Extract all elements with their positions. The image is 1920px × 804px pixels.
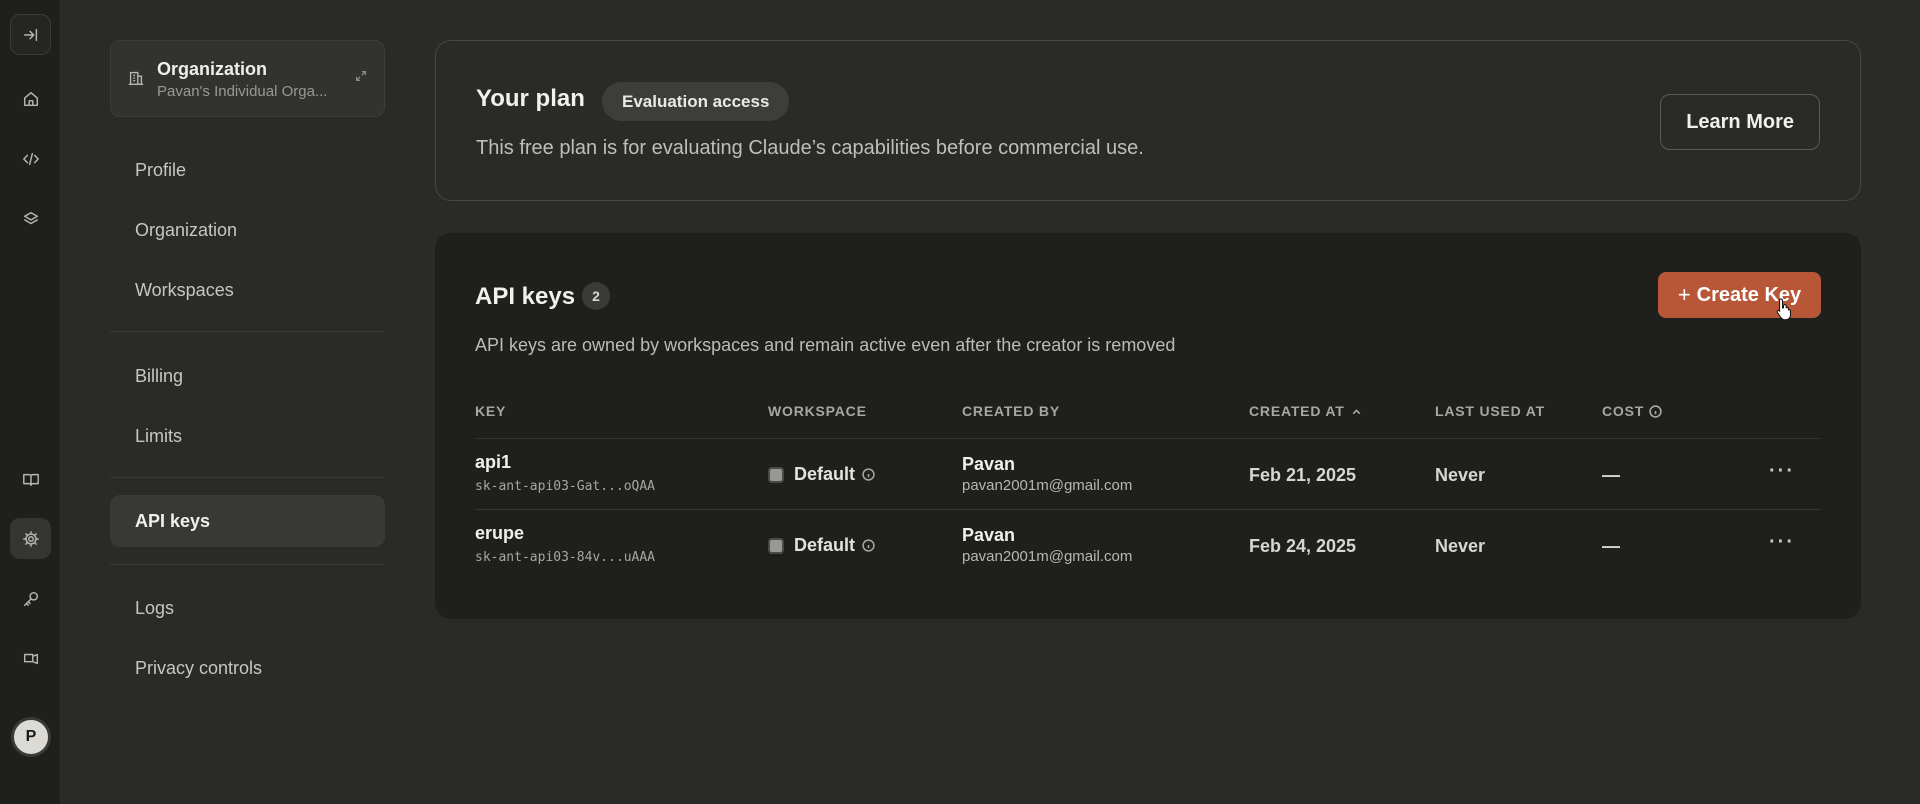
created-by-cell: Pavan pavan2001m@gmail.com xyxy=(962,525,1132,565)
sort-ascending-icon xyxy=(1352,408,1360,414)
nav-limits[interactable]: Limits xyxy=(110,410,385,462)
organization-name: Pavan's Individual Orga... xyxy=(157,83,328,100)
nav-profile[interactable]: Profile xyxy=(110,144,385,196)
nav-organization[interactable]: Organization xyxy=(110,204,385,256)
api-keys-card: API keys 2 + Create Key API keys are own… xyxy=(435,233,1861,619)
api-keys-description: API keys are owned by workspaces and rem… xyxy=(475,335,1176,355)
workspace-color-swatch xyxy=(768,537,784,554)
column-header-workspace: WORKSPACE xyxy=(768,403,867,419)
column-header-key: KEY xyxy=(475,403,507,419)
nav-api-keys[interactable]: API keys xyxy=(110,495,385,547)
user-avatar[interactable]: P xyxy=(11,717,51,757)
feedback-icon[interactable] xyxy=(10,638,51,679)
table-row: erupe sk-ant-api03-84v...uAAA xyxy=(475,523,655,565)
key-name: erupe xyxy=(475,523,525,543)
hand-cursor-icon xyxy=(1776,298,1791,321)
workspace-color-swatch xyxy=(768,466,784,483)
expand-icon[interactable] xyxy=(354,69,368,88)
creator-name: Pavan xyxy=(962,525,1016,545)
cost-cell: — xyxy=(1602,465,1620,485)
nav-billing[interactable]: Billing xyxy=(110,350,385,402)
expand-sidebar-icon[interactable] xyxy=(10,14,51,55)
icon-rail: P xyxy=(0,0,61,804)
creator-name: Pavan xyxy=(962,454,1016,474)
api-keys-count-badge: 2 xyxy=(582,282,610,310)
row-menu-button[interactable]: ··· xyxy=(1769,460,1795,483)
plus-icon: + xyxy=(1677,282,1691,307)
workspace-cell: Default xyxy=(768,535,875,556)
key-value: sk-ant-api03-84v...uAAA xyxy=(475,550,656,565)
created-at-cell: Feb 21, 2025 xyxy=(1249,465,1357,485)
plan-description: This free plan is for evaluating Claude’… xyxy=(476,137,1144,159)
nav-logs[interactable]: Logs xyxy=(110,582,385,634)
api-keys-title: API keys xyxy=(475,283,576,310)
nav-divider xyxy=(110,477,385,478)
created-at-cell: Feb 24, 2025 xyxy=(1249,536,1357,556)
info-icon xyxy=(862,468,875,481)
organization-switcher[interactable]: Organization Pavan's Individual Orga... xyxy=(110,40,385,117)
workspace-name: Default xyxy=(794,535,856,555)
creator-email: pavan2001m@gmail.com xyxy=(962,477,1133,494)
home-icon[interactable] xyxy=(10,78,51,119)
cost-cell: — xyxy=(1602,536,1620,556)
table-row: api1 sk-ant-api03-Gat...oQAA xyxy=(475,452,655,494)
workspace-cell: Default xyxy=(768,464,875,485)
nav-divider xyxy=(110,331,385,332)
last-used-cell: Never xyxy=(1435,465,1486,485)
column-header-last-used: LAST USED AT xyxy=(1435,403,1545,419)
layers-icon[interactable] xyxy=(10,198,51,239)
book-icon[interactable] xyxy=(10,459,51,500)
key-value: sk-ant-api03-Gat...oQAA xyxy=(475,479,656,494)
table-divider xyxy=(475,438,1821,439)
code-icon[interactable] xyxy=(10,138,51,179)
nav-privacy-controls[interactable]: Privacy controls xyxy=(110,642,385,694)
plan-badge: Evaluation access xyxy=(602,82,790,121)
settings-gear-icon[interactable] xyxy=(10,518,51,559)
organization-title: Organization xyxy=(157,59,268,79)
workspace-name: Default xyxy=(794,464,856,484)
key-name: api1 xyxy=(475,452,512,472)
info-icon xyxy=(862,539,875,552)
column-header-created-at[interactable]: CREATED AT xyxy=(1249,403,1363,419)
plan-title: Your plan xyxy=(476,85,585,112)
plan-card: Your plan Evaluation access This free pl… xyxy=(435,40,1861,201)
created-by-cell: Pavan pavan2001m@gmail.com xyxy=(962,454,1132,494)
column-header-created-by: CREATED BY xyxy=(962,403,1060,419)
learn-more-button[interactable]: Learn More xyxy=(1660,94,1820,150)
creator-email: pavan2001m@gmail.com xyxy=(962,548,1133,565)
last-used-cell: Never xyxy=(1435,536,1486,556)
create-key-button[interactable]: + Create Key xyxy=(1658,272,1821,318)
table-divider xyxy=(475,509,1821,510)
building-icon xyxy=(127,69,145,92)
info-icon xyxy=(1649,404,1662,418)
nav-divider xyxy=(110,564,385,565)
nav-workspaces[interactable]: Workspaces xyxy=(110,264,385,316)
column-header-cost: COST xyxy=(1602,403,1662,419)
key-icon[interactable] xyxy=(10,578,51,619)
row-menu-button[interactable]: ··· xyxy=(1769,531,1795,554)
